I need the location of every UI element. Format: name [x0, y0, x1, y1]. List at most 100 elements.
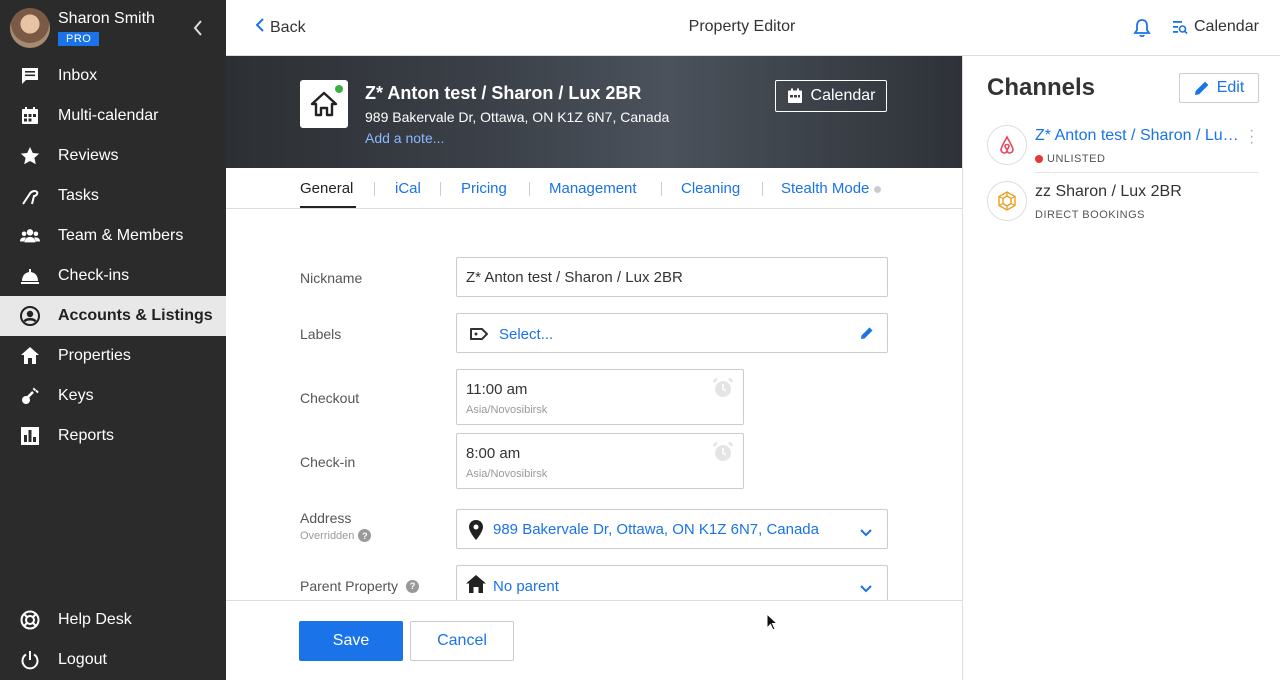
mouse-cursor-icon — [766, 612, 779, 636]
property-address: 989 Bakervale Dr, Ottawa, ON K1Z 6N7, Ca… — [365, 109, 670, 125]
power-icon — [20, 650, 40, 670]
channel-name-link[interactable]: Z* Anton test / Sharon / Lux 2BR — [1035, 127, 1245, 145]
save-button[interactable]: Save — [299, 621, 403, 661]
sidebar: Sharon Smith PRO Inbox Multi-calendar Re… — [0, 0, 226, 680]
address-select[interactable]: 989 Bakervale Dr, Ottawa, ON K1Z 6N7, Ca… — [456, 509, 888, 549]
sidebar-item-label: Reviews — [58, 147, 119, 164]
pencil-icon[interactable] — [860, 326, 874, 345]
parent-property-select[interactable]: No parent — [456, 565, 888, 605]
tab-pricing[interactable]: Pricing — [461, 180, 507, 197]
nickname-label: Nickname — [300, 270, 363, 286]
reports-icon — [20, 426, 40, 446]
tab-divider — [762, 182, 763, 196]
tab-divider — [374, 182, 375, 196]
checkout-time: 11:00 am — [466, 381, 528, 398]
channels-title: Channels — [987, 74, 1096, 101]
tab-stealth-mode-label: Stealth Mode — [781, 180, 870, 197]
chevron-down-icon — [860, 524, 872, 542]
tab-divider — [661, 182, 662, 196]
home-icon — [20, 346, 40, 366]
sidebar-item-keys[interactable]: Keys — [0, 376, 226, 416]
top-calendar-link[interactable]: Calendar — [1172, 18, 1259, 36]
address-overridden-text: Overridden — [300, 529, 355, 542]
top-calendar-label: Calendar — [1194, 18, 1259, 35]
sidebar-item-help-desk[interactable]: Help Desk — [0, 600, 226, 640]
sidebar-item-accounts-listings[interactable]: Accounts & Listings — [0, 296, 226, 336]
labels-select[interactable]: Select... — [456, 313, 888, 353]
labels-placeholder: Select... — [499, 326, 554, 343]
sidebar-item-properties[interactable]: Properties — [0, 336, 226, 376]
parent-property-label: Parent Property — [300, 578, 399, 594]
active-tab-indicator — [300, 206, 356, 208]
account-icon — [20, 306, 40, 326]
channels-panel: Channels Edit Z* Anton test / Sharon / L… — [962, 56, 1280, 680]
tasks-icon — [20, 186, 40, 206]
sidebar-item-team-members[interactable]: Team & Members — [0, 216, 226, 256]
tab-ical[interactable]: iCal — [395, 180, 421, 197]
lifebuoy-icon — [20, 610, 40, 630]
tab-divider — [529, 182, 530, 196]
sidebar-item-reviews[interactable]: Reviews — [0, 136, 226, 176]
tab-divider — [440, 182, 441, 196]
alarm-clock-icon — [712, 377, 734, 404]
channel-status-label: UNLISTED — [1047, 153, 1106, 165]
checkout-time-input[interactable]: 11:00 am Asia/Novosibirsk — [456, 369, 744, 425]
direct-booking-icon — [987, 181, 1027, 221]
team-icon — [20, 226, 40, 246]
notification-bell-icon[interactable] — [1132, 18, 1152, 38]
sidebar-item-label: Check-ins — [58, 267, 130, 284]
nickname-value: Z* Anton test / Sharon / Lux 2BR — [466, 269, 683, 286]
sidebar-item-logout[interactable]: Logout — [0, 640, 226, 680]
more-options-icon[interactable]: · · · — [1249, 123, 1254, 151]
add-note-link[interactable]: Add a note... — [365, 130, 444, 146]
collapse-sidebar-icon[interactable] — [188, 18, 208, 38]
edit-channels-button[interactable]: Edit — [1179, 73, 1259, 103]
sidebar-item-label: Tasks — [58, 187, 99, 204]
checkin-time: 8:00 am — [466, 445, 521, 462]
tag-icon — [469, 326, 489, 347]
nickname-input[interactable]: Z* Anton test / Sharon / Lux 2BR — [456, 257, 888, 297]
channel-status-label: DIRECT BOOKINGS — [1035, 209, 1145, 221]
user-profile[interactable]: Sharon Smith PRO — [0, 0, 226, 56]
sidebar-item-check-ins[interactable]: Check-ins — [0, 256, 226, 296]
sidebar-item-reports[interactable]: Reports — [0, 416, 226, 456]
help-icon[interactable]: ? — [358, 529, 372, 542]
parent-property-label-wrap: Parent Property? — [300, 578, 420, 594]
checkin-timezone: Asia/Novosibirsk — [466, 468, 548, 480]
inbox-icon — [20, 66, 40, 86]
edit-label: Edit — [1216, 79, 1245, 96]
channel-item[interactable]: Z* Anton test / Sharon / Lux 2BR UNLISTE… — [987, 118, 1259, 174]
page-title: Property Editor — [688, 18, 796, 35]
property-calendar-button[interactable]: Calendar — [775, 80, 887, 112]
property-calendar-label: Calendar — [810, 87, 876, 104]
sidebar-item-inbox[interactable]: Inbox — [0, 56, 226, 96]
sidebar-item-label: Properties — [58, 347, 131, 364]
cancel-button[interactable]: Cancel — [410, 621, 514, 661]
tab-general[interactable]: General — [300, 180, 353, 197]
tab-management[interactable]: Management — [549, 180, 637, 197]
sidebar-item-label: Accounts & Listings — [58, 307, 213, 324]
sidebar-item-label: Reports — [58, 427, 115, 444]
checkout-timezone: Asia/Novosibirsk — [466, 404, 548, 416]
address-label: Address — [300, 510, 352, 526]
tab-cleaning[interactable]: Cleaning — [681, 180, 740, 197]
address-value: 989 Bakervale Dr, Ottawa, ON K1Z 6N7, Ca… — [493, 521, 819, 538]
stealth-status-dot — [874, 185, 882, 193]
help-icon[interactable]: ? — [406, 579, 420, 593]
tab-stealth-mode[interactable]: Stealth Mode — [781, 180, 882, 197]
address-overridden-note: Overridden? — [300, 529, 372, 542]
pencil-icon — [1194, 81, 1209, 95]
sidebar-item-tasks[interactable]: Tasks — [0, 176, 226, 216]
user-name: Sharon Smith — [58, 10, 155, 27]
alarm-clock-icon — [712, 441, 734, 468]
channel-item[interactable]: zz Sharon / Lux 2BR DIRECT BOOKINGS — [987, 174, 1259, 230]
checkin-time-input[interactable]: 8:00 am Asia/Novosibirsk — [456, 433, 744, 489]
sidebar-item-multi-calendar[interactable]: Multi-calendar — [0, 96, 226, 136]
channel-name[interactable]: zz Sharon / Lux 2BR — [1035, 183, 1245, 201]
form-footer: Save Cancel — [226, 600, 962, 680]
checkin-label: Check-in — [300, 454, 356, 470]
property-header: Z* Anton test / Sharon / Lux 2BR 989 Bak… — [226, 56, 962, 168]
calendar-search-icon — [1173, 21, 1188, 35]
calendar-icon — [20, 106, 40, 126]
airbnb-icon — [987, 125, 1027, 165]
